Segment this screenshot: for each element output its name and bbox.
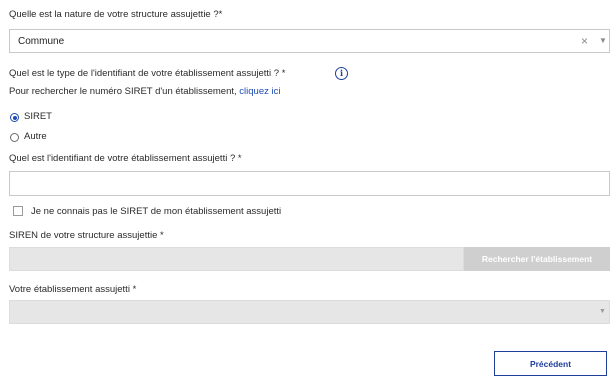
siren-input[interactable] <box>9 247 464 271</box>
clear-icon[interactable]: × <box>581 34 588 48</box>
chevron-down-icon: ▼ <box>599 308 606 315</box>
previous-button[interactable]: Précédent <box>494 351 607 376</box>
search-establishment-button[interactable]: Rechercher l'établissement <box>464 247 610 271</box>
radio-siret-label: SIRET <box>24 111 52 122</box>
radio-siret[interactable] <box>10 113 19 122</box>
structure-nature-value: Commune <box>18 36 65 47</box>
radio-autre-label: Autre <box>24 131 47 142</box>
unknown-siret-checkbox[interactable] <box>13 206 23 216</box>
info-icon[interactable]: i <box>335 67 348 80</box>
structure-nature-label: Quelle est la nature de votre structure … <box>9 9 223 20</box>
siret-help-link[interactable]: cliquez ici <box>239 86 280 97</box>
radio-autre[interactable] <box>10 133 19 142</box>
siret-help-prefix: Pour rechercher le numéro SIRET d'un éta… <box>9 86 237 97</box>
structure-nature-select[interactable]: Commune × ▼ <box>9 29 610 53</box>
identifier-type-label: Quel est le type de l'identifiant de vot… <box>9 68 286 79</box>
chevron-down-icon[interactable]: ▼ <box>599 36 607 45</box>
establishment-select[interactable]: ▼ <box>9 300 610 324</box>
siren-label: SIREN de votre structure assujettie * <box>9 230 164 241</box>
identifier-label: Quel est l'identifiant de votre établiss… <box>9 153 242 164</box>
establishment-label: Votre établissement assujetti * <box>9 284 137 295</box>
identifier-input[interactable] <box>9 171 610 196</box>
siret-help-text: Pour rechercher le numéro SIRET d'un éta… <box>9 86 280 97</box>
unknown-siret-label: Je ne connais pas le SIRET de mon établi… <box>31 206 282 217</box>
